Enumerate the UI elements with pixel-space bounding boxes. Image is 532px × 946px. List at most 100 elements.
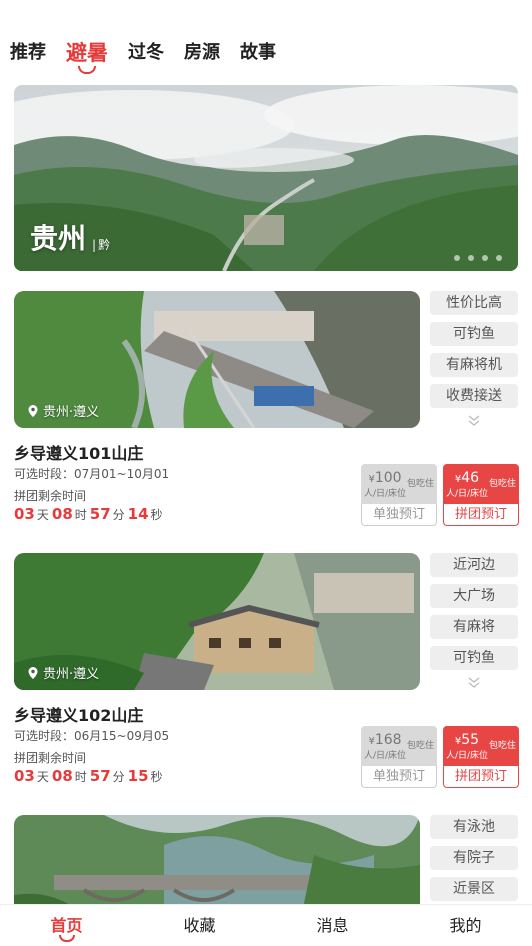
solo-price: ¥100 人/日/床位 包吃住 <box>361 464 437 504</box>
unit-hour: 时 <box>74 770 87 784</box>
price-desc: 包吃住 <box>407 479 435 489</box>
countdown-minutes: 57 <box>89 505 111 523</box>
group-price-box[interactable]: ¥46 人/日/床位 包吃住 拼团预订 <box>443 464 519 526</box>
banner-subtitle: 黔 <box>92 236 110 253</box>
feature-tags: 近河边 大广场 有麻将 可钓鱼 <box>430 553 518 692</box>
banner-title: 贵州 黔 <box>30 217 110 257</box>
unit-day: 天 <box>36 508 49 522</box>
solo-book-button[interactable]: 单独预订 <box>361 766 437 788</box>
period-value: 06月15~09月05 <box>74 729 170 743</box>
countdown-hours: 08 <box>51 767 73 785</box>
solo-book-button[interactable]: 单独预订 <box>361 504 437 526</box>
price-unit: 人/日/床位 <box>363 750 407 761</box>
carousel-dot <box>496 255 502 261</box>
listing-photo[interactable] <box>14 815 420 904</box>
expand-tags-chevron-icon[interactable] <box>430 677 518 692</box>
solo-price: ¥168 人/日/床位 包吃住 <box>361 726 437 766</box>
listing-photo[interactable]: 贵州·遵义 <box>14 553 420 690</box>
price-unit: 人/日/床位 <box>363 488 407 499</box>
tab-stories[interactable]: 故事 <box>240 38 276 68</box>
listing-image <box>14 815 420 904</box>
feature-tag: 大广场 <box>430 584 518 608</box>
bottom-nav: 首页 收藏 消息 我的 <box>0 904 532 946</box>
period-label: 可选时段： <box>14 467 75 481</box>
group-price-box[interactable]: ¥55 人/日/床位 包吃住 拼团预订 <box>443 726 519 788</box>
feature-tag: 近景区 <box>430 877 518 901</box>
price-unit: 人/日/床位 <box>445 488 489 499</box>
period-value: 07月01~10月01 <box>74 467 170 481</box>
price-value: 46 <box>461 469 480 486</box>
tab-summer-escape[interactable]: 避暑 <box>66 38 108 68</box>
unit-minute: 分 <box>112 770 125 784</box>
feature-tag: 有院子 <box>430 846 518 870</box>
nav-favorites[interactable]: 收藏 <box>133 905 266 946</box>
unit-second: 秒 <box>150 508 163 522</box>
feature-tag: 有泳池 <box>430 815 518 839</box>
nav-home[interactable]: 首页 <box>0 905 133 946</box>
price-desc: 包吃住 <box>489 741 517 751</box>
group-book-button[interactable]: 拼团预订 <box>443 504 519 526</box>
listing-card[interactable]: 贵州·遵义 性价比高 可钓鱼 有麻将机 收费接送 乡导遵义101山庄 可选时段：… <box>0 291 532 531</box>
feature-tags: 性价比高 可钓鱼 有麻将机 收费接送 <box>430 291 518 430</box>
price-value: 100 <box>374 469 402 486</box>
expand-tags-chevron-icon[interactable] <box>430 415 518 430</box>
group-price: ¥55 人/日/床位 包吃住 <box>443 726 519 766</box>
group-remaining-label: 拼团剩余时间 <box>14 489 87 503</box>
carousel-dot <box>468 255 474 261</box>
group-price: ¥46 人/日/床位 包吃住 <box>443 464 519 504</box>
countdown-minutes: 57 <box>89 767 111 785</box>
tab-winter-stay[interactable]: 过冬 <box>128 38 164 68</box>
countdown-hours: 08 <box>51 505 73 523</box>
feature-tag: 有麻将 <box>430 615 518 639</box>
countdown-days: 03 <box>14 505 35 523</box>
available-period: 可选时段：06月15~09月05 <box>14 727 169 744</box>
listing-name[interactable]: 乡导遵义101山庄 <box>14 440 143 464</box>
available-period: 可选时段：07月01~10月01 <box>14 465 169 482</box>
listing-card[interactable]: 有泳池 有院子 近景区 <box>0 815 532 904</box>
price-value: 55 <box>461 731 480 748</box>
price-value: 168 <box>374 731 402 748</box>
listing-photo[interactable]: 贵州·遵义 <box>14 291 420 428</box>
group-countdown: 03 天 08 时 57 分 15 秒 <box>14 767 166 785</box>
unit-minute: 分 <box>112 508 125 522</box>
listing-name[interactable]: 乡导遵义102山庄 <box>14 702 143 726</box>
category-tabs: 推荐 避暑 过冬 房源 故事 <box>10 34 296 68</box>
unit-hour: 时 <box>74 508 87 522</box>
carousel-dot <box>454 255 460 261</box>
listing-location: 贵州·遵义 <box>28 663 99 682</box>
unit-second: 秒 <box>150 770 163 784</box>
feature-tag: 性价比高 <box>430 291 518 315</box>
countdown-seconds: 14 <box>127 505 149 523</box>
listing-card[interactable]: 贵州·遵义 近河边 大广场 有麻将 可钓鱼 乡导遵义102山庄 可选时段：06月… <box>0 553 532 793</box>
group-countdown: 03 天 08 时 57 分 14 秒 <box>14 505 166 523</box>
unit-day: 天 <box>36 770 49 784</box>
feature-tag: 有麻将机 <box>430 353 518 377</box>
price-unit: 人/日/床位 <box>445 750 489 761</box>
location-text: 贵州·遵义 <box>43 405 100 420</box>
tab-recommend[interactable]: 推荐 <box>10 38 46 68</box>
feature-tag: 可钓鱼 <box>430 646 518 670</box>
group-remaining-label: 拼团剩余时间 <box>14 751 87 765</box>
location-pin-icon <box>28 666 38 679</box>
feature-tag: 近河边 <box>430 553 518 577</box>
solo-price-box[interactable]: ¥168 人/日/床位 包吃住 单独预订 <box>361 726 437 788</box>
feature-tag: 可钓鱼 <box>430 322 518 346</box>
countdown-seconds: 15 <box>127 767 149 785</box>
listing-location: 贵州·遵义 <box>28 401 99 420</box>
period-label: 可选时段： <box>14 729 75 743</box>
carousel-dot <box>482 255 488 261</box>
solo-price-box[interactable]: ¥100 人/日/床位 包吃住 单独预订 <box>361 464 437 526</box>
banner-carousel[interactable]: 贵州 黔 <box>14 85 518 271</box>
carousel-indicator <box>454 255 502 261</box>
tab-listings[interactable]: 房源 <box>184 38 220 68</box>
countdown-days: 03 <box>14 767 35 785</box>
feature-tags: 有泳池 有院子 近景区 <box>430 815 518 904</box>
feature-tag: 收费接送 <box>430 384 518 408</box>
nav-messages[interactable]: 消息 <box>266 905 399 946</box>
location-text: 贵州·遵义 <box>43 667 100 682</box>
group-book-button[interactable]: 拼团预订 <box>443 766 519 788</box>
location-pin-icon <box>28 404 38 417</box>
price-desc: 包吃住 <box>407 741 435 751</box>
nav-profile[interactable]: 我的 <box>399 905 532 946</box>
price-desc: 包吃住 <box>489 479 517 489</box>
